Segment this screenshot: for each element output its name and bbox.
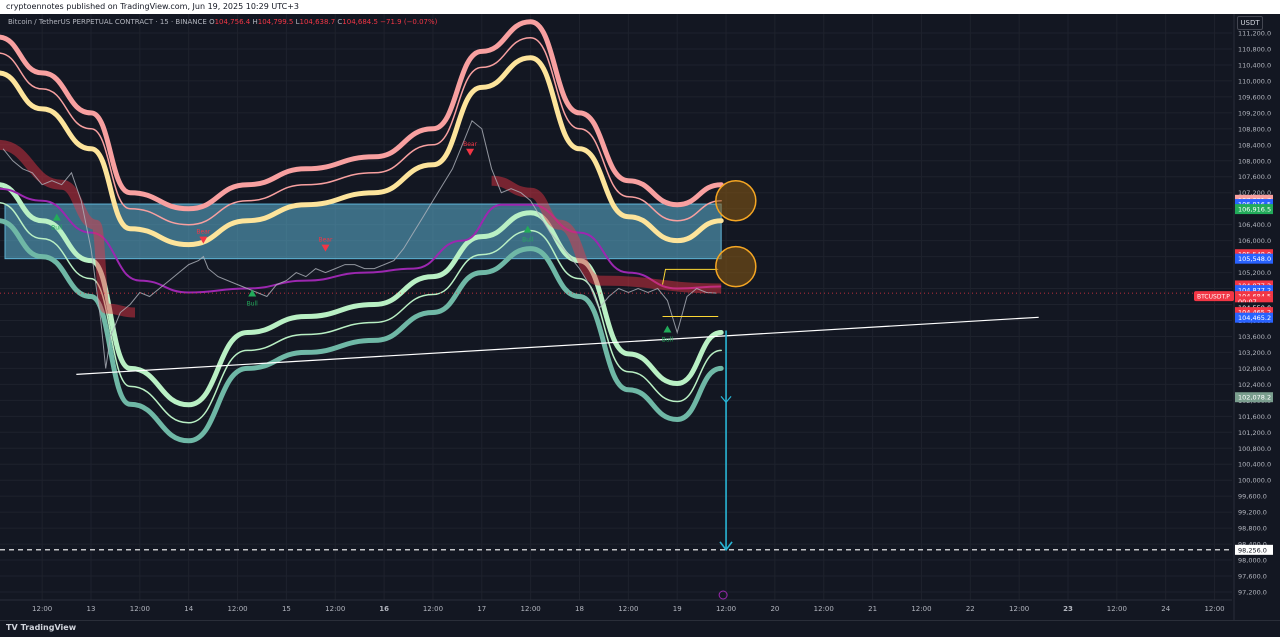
price-tick-label: 100,800.0 — [1238, 445, 1271, 453]
time-tick-label: 12:00 — [716, 605, 736, 613]
time-tick-label: 12:00 — [521, 605, 541, 613]
tradingview-brand: TradingView — [20, 623, 77, 632]
time-tick-label: 22 — [966, 605, 975, 613]
publish-info: cryptoennotes published on TradingView.c… — [6, 2, 299, 11]
price-tick-label: 111,200.0 — [1238, 30, 1271, 38]
price-tick-label: 106,400.0 — [1238, 221, 1271, 229]
price-tick-label: 108,400.0 — [1238, 141, 1271, 149]
price-tick-label: 105,200.0 — [1238, 269, 1271, 277]
time-tick-label: 18 — [575, 605, 584, 613]
price-axis-tag-label: 105,548.0 — [1238, 255, 1271, 263]
change-value: −71.9 (−0.07%) — [380, 18, 438, 26]
price-tick-label: 98,800.0 — [1238, 525, 1267, 533]
signal-label: Bear — [319, 237, 333, 244]
low-value: 104,638.7 — [299, 18, 336, 26]
price-tick-label: 101,600.0 — [1238, 413, 1271, 421]
tradingview-logo-icon: 𝗧𝗩 — [6, 623, 18, 632]
price-tick-label: 98,000.0 — [1238, 557, 1267, 565]
price-tick-label: 101,200.0 — [1238, 429, 1271, 437]
time-tick-label: 12:00 — [130, 605, 150, 613]
price-axis-tag-label: 102,078.2 — [1238, 394, 1271, 402]
time-tick-label: 21 — [868, 605, 877, 613]
price-tick-label: 108,000.0 — [1238, 157, 1271, 165]
time-tick-label: 12:00 — [814, 605, 834, 613]
time-tick-label: 20 — [770, 605, 779, 613]
signal-label: Bull — [662, 336, 674, 343]
symbol-title: Bitcoin / TetherUS PERPETUAL CONTRACT · … — [8, 18, 207, 26]
time-tick-label: 13 — [87, 605, 96, 613]
time-tick-label: 12:00 — [325, 605, 345, 613]
price-tick-label: 102,400.0 — [1238, 381, 1271, 389]
open-value: 104,756.4 — [214, 18, 251, 26]
highlight-circle-1 — [715, 179, 757, 222]
price-tick-label: 110,400.0 — [1238, 61, 1271, 69]
time-tick-label: 12:00 — [911, 605, 931, 613]
chart-background — [0, 14, 1280, 620]
price-tick-label: 103,200.0 — [1238, 349, 1271, 357]
price-tick-label: 107,600.0 — [1238, 173, 1271, 181]
signal-label: Bull — [247, 301, 259, 308]
price-chart[interactable]: Bull Bear Bull Bear Bear Bull Bull 111,200.0 110… — [0, 14, 1280, 620]
time-tick-label: 24 — [1161, 605, 1170, 613]
price-tick-label: 109,600.0 — [1238, 93, 1271, 101]
symbol-legend: Bitcoin / TetherUS PERPETUAL CONTRACT · … — [8, 18, 437, 26]
time-tick-label: 12:00 — [423, 605, 443, 613]
price-tick-label: 102,800.0 — [1238, 365, 1271, 373]
close-value: 104,684.5 — [342, 18, 378, 26]
signal-label: Bull — [522, 237, 534, 244]
price-tick-label: 110,800.0 — [1238, 45, 1271, 53]
time-tick-label: 16 — [379, 605, 389, 613]
time-tick-label: 12:00 — [618, 605, 638, 613]
time-tick-label: 12:00 — [1009, 605, 1029, 613]
price-tick-label: 99,200.0 — [1238, 509, 1267, 517]
time-tick-label: 15 — [282, 605, 291, 613]
chart-area[interactable]: Bull Bear Bull Bear Bear Bull Bull 111,200.0 110… — [0, 14, 1280, 620]
time-tick-label: 14 — [184, 605, 193, 613]
tradingview-logo[interactable]: 𝗧𝗩 TradingView — [6, 623, 76, 632]
price-tick-label: 97,600.0 — [1238, 573, 1267, 581]
symbol-tag-label: BTCUSDT.P — [1197, 294, 1230, 301]
price-tick-label: 100,400.0 — [1238, 461, 1271, 469]
price-tick-label: 103,600.0 — [1238, 333, 1271, 341]
currency-button[interactable]: USDT — [1237, 16, 1263, 30]
price-tick-label: 110,000.0 — [1238, 77, 1271, 85]
footer-bar: 𝗧𝗩 TradingView — [0, 620, 1280, 637]
price-axis-tag-label: 106,916.5 — [1238, 206, 1271, 214]
time-tick-label: 23 — [1063, 605, 1073, 613]
signal-label: Bear — [463, 141, 477, 148]
highlight-circle-2 — [715, 245, 757, 288]
price-tick-label: 100,000.0 — [1238, 477, 1271, 485]
time-tick-label: 19 — [673, 605, 682, 613]
high-value: 104,799.5 — [257, 18, 294, 26]
time-tick-label: 12:00 — [32, 605, 52, 613]
price-tick-label: 99,600.0 — [1238, 493, 1267, 501]
price-axis-tag-label: 104,465.2 — [1238, 314, 1271, 322]
price-tick-label: 97,200.0 — [1238, 589, 1267, 597]
price-tick-label: 106,000.0 — [1238, 237, 1271, 245]
price-tick-label: 109,200.0 — [1238, 109, 1271, 117]
time-tick-label: 12:00 — [227, 605, 247, 613]
time-tick-label: 12:00 — [1204, 605, 1224, 613]
time-tick-label: 17 — [477, 605, 486, 613]
signal-label: Bear — [196, 229, 210, 236]
price-tick-label: 108,800.0 — [1238, 125, 1271, 133]
time-tick-label: 12:00 — [1107, 605, 1127, 613]
price-axis-tag-label: 98,256.0 — [1238, 546, 1267, 554]
signal-label: Bull — [51, 225, 63, 232]
publish-bar: cryptoennotes published on TradingView.c… — [0, 0, 1280, 14]
